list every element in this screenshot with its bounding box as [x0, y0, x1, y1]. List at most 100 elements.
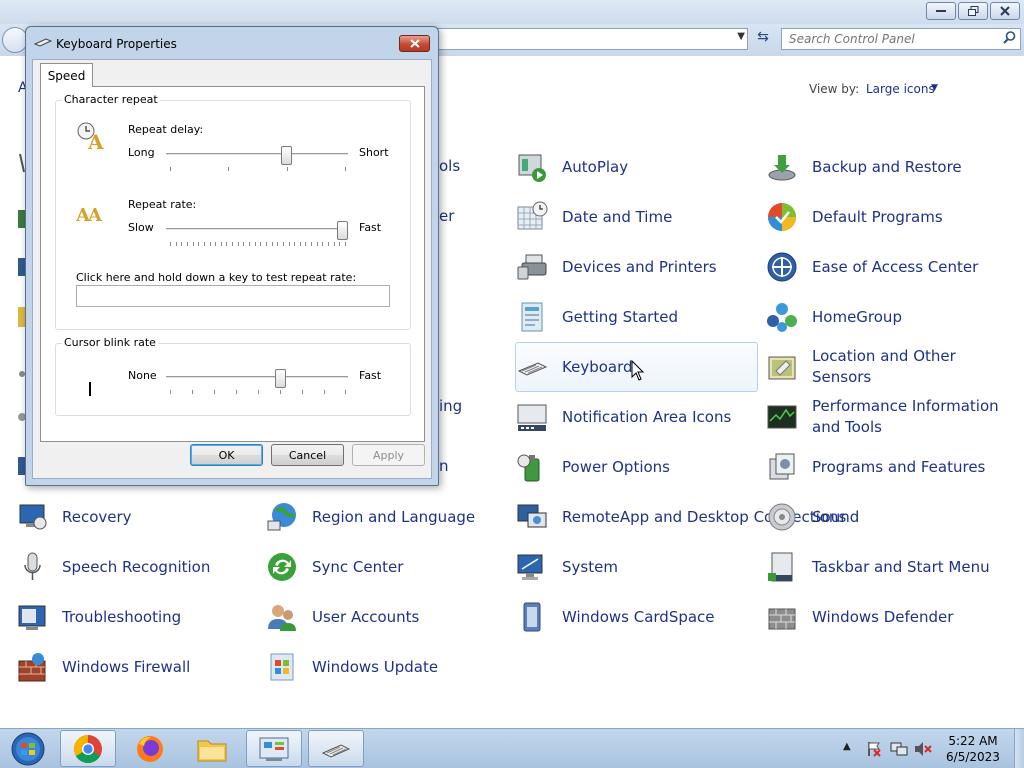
ease-of-access-icon [767, 252, 797, 282]
test-repeat-input[interactable] [76, 285, 390, 307]
control-panel-icon [259, 737, 289, 761]
taskbar-start-icon [768, 552, 793, 582]
repeat-delay-slider[interactable] [281, 146, 292, 165]
repeat-delay-min-label: Long [128, 146, 155, 159]
volume-muted-icon[interactable] [914, 741, 932, 757]
cp-item-notification-area[interactable]: Notification Area Icons [516, 393, 756, 441]
cursor-blink-group: Cursor blink rate None Fast [55, 336, 411, 416]
dialog-client-area: Speed Character repeat A Repeat delay: L… [32, 59, 432, 479]
cp-item-backup-restore[interactable]: Backup and Restore [766, 143, 1016, 191]
dialog-titlebar[interactable]: Keyboard Properties [26, 27, 438, 57]
cp-item-ease-of-access[interactable]: Ease of Access Center [766, 243, 1016, 291]
mouse-pointer-icon [631, 360, 645, 381]
cp-item-windows-update[interactable]: Windows Update [266, 643, 506, 691]
cursor-blink-slider[interactable] [275, 369, 286, 388]
cp-item-troubleshooting[interactable]: Troubleshooting [16, 593, 256, 641]
cp-item-remoteapp[interactable]: RemoteApp and Desktop Connections [516, 493, 846, 541]
repeat-rate-slider[interactable] [337, 221, 348, 240]
cp-item-region-language[interactable]: Region and Language [266, 493, 506, 541]
restore-button[interactable] [958, 2, 988, 20]
cp-item-system[interactable]: System [516, 543, 756, 591]
repeat-delay-ticks [170, 167, 346, 171]
cp-item-recovery[interactable]: Recovery [16, 493, 256, 541]
apply-button[interactable]: Apply [352, 444, 425, 466]
partial-label[interactable]: ing [439, 397, 462, 415]
search-icon[interactable] [1003, 31, 1016, 48]
cursor-blink-ticks [170, 390, 346, 394]
cp-item-sync-center[interactable]: Sync Center [266, 543, 506, 591]
action-center-flag-icon[interactable] [866, 741, 882, 757]
cp-item-default-programs[interactable]: Default Programs [766, 193, 1016, 241]
repeat-delay-track[interactable] [166, 153, 348, 156]
cp-item-devices-printers[interactable]: Devices and Printers [516, 243, 756, 291]
show-hidden-icons-icon[interactable]: ▲ [843, 741, 851, 752]
repeat-rate-ticks [170, 242, 346, 246]
power-options-icon [517, 454, 540, 482]
taskbar-chrome-button[interactable] [60, 730, 116, 767]
cp-item-cardspace[interactable]: Windows CardSpace [516, 593, 756, 641]
cp-item-speech-recognition[interactable]: Speech Recognition [16, 543, 256, 591]
search-box[interactable] [781, 28, 1021, 50]
show-desktop-button[interactable] [1014, 729, 1024, 768]
cancel-button[interactable]: Cancel [271, 444, 344, 466]
view-by-arrow-icon[interactable]: ▼ [931, 83, 938, 93]
tab-speed[interactable]: Speed [40, 63, 93, 87]
taskbar-control-panel-button[interactable] [246, 730, 302, 767]
cp-item-autoplay[interactable]: AutoPlay [516, 143, 756, 191]
taskbar-keyboard-button[interactable] [308, 730, 364, 767]
cp-item-homegroup[interactable]: HomeGroup [766, 293, 1016, 341]
close-button[interactable] [990, 2, 1020, 20]
firewall-icon [18, 653, 46, 682]
cp-item-performance[interactable]: Performance Information and Tools [766, 393, 1016, 441]
cp-item-taskbar-start[interactable]: Taskbar and Start Menu [766, 543, 1016, 591]
cp-item-power-options[interactable]: Power Options [516, 443, 756, 491]
address-dropdown-icon[interactable]: ▼ [737, 31, 745, 42]
network-icon[interactable] [890, 741, 908, 757]
partial-label[interactable]: er [439, 207, 454, 225]
taskbar-explorer-button[interactable] [184, 730, 240, 767]
refresh-icon[interactable]: ⇆ [752, 29, 774, 49]
repeat-delay-max-label: Short [359, 146, 389, 159]
cp-item-date-time[interactable]: Date and Time [516, 193, 756, 241]
svg-text:A: A [87, 130, 104, 151]
getting-started-icon [521, 302, 543, 332]
cp-item-defender[interactable]: Windows Defender [766, 593, 1016, 641]
repeat-rate-track[interactable] [166, 228, 348, 231]
cp-item-user-accounts[interactable]: User Accounts [266, 593, 506, 641]
sound-icon [768, 503, 796, 531]
autoplay-icon [518, 154, 546, 182]
keyboard-icon [34, 38, 52, 47]
minimize-icon [936, 10, 946, 12]
repeat-rate-min-label: Slow [128, 221, 154, 234]
chrome-icon [74, 734, 102, 763]
partial-label[interactable]: n [439, 457, 449, 475]
file-explorer-icon [197, 740, 227, 761]
date-time-icon [517, 201, 548, 230]
test-repeat-label: Click here and hold down a key to test r… [76, 271, 357, 284]
cursor-blink-track[interactable] [166, 376, 348, 379]
search-input[interactable] [782, 29, 992, 49]
start-orb-icon[interactable] [6, 731, 50, 767]
view-by-dropdown[interactable]: Large icons [866, 82, 935, 96]
cp-item-firewall[interactable]: Windows Firewall [16, 643, 256, 691]
clock-time[interactable]: 5:22 AM [938, 734, 1008, 748]
notification-area-icon [517, 404, 547, 431]
ok-button[interactable]: OK [190, 444, 263, 466]
cp-item-programs-features[interactable]: Programs and Features [766, 443, 1016, 491]
taskbar-firefox-button[interactable] [122, 730, 178, 767]
cp-item-sound[interactable]: Sound [766, 493, 1016, 541]
cursor-preview [89, 382, 91, 396]
partial-label[interactable]: ols [439, 157, 460, 175]
cardspace-icon [523, 602, 541, 632]
troubleshooting-icon [18, 605, 46, 630]
restore-icon [967, 6, 978, 16]
minimize-button[interactable] [926, 2, 956, 20]
dialog-close-button[interactable] [399, 35, 430, 52]
cp-item-location-sensors[interactable]: Location and Other Sensors [766, 343, 1016, 391]
character-repeat-group: Character repeat A Repeat delay: Long Sh… [55, 93, 411, 330]
remoteapp-icon [517, 504, 547, 528]
speech-recognition-icon [24, 552, 41, 580]
cp-item-getting-started[interactable]: Getting Started [516, 293, 756, 341]
keyboard-icon [517, 362, 548, 376]
clock-date[interactable]: 6/5/2023 [938, 750, 1008, 764]
